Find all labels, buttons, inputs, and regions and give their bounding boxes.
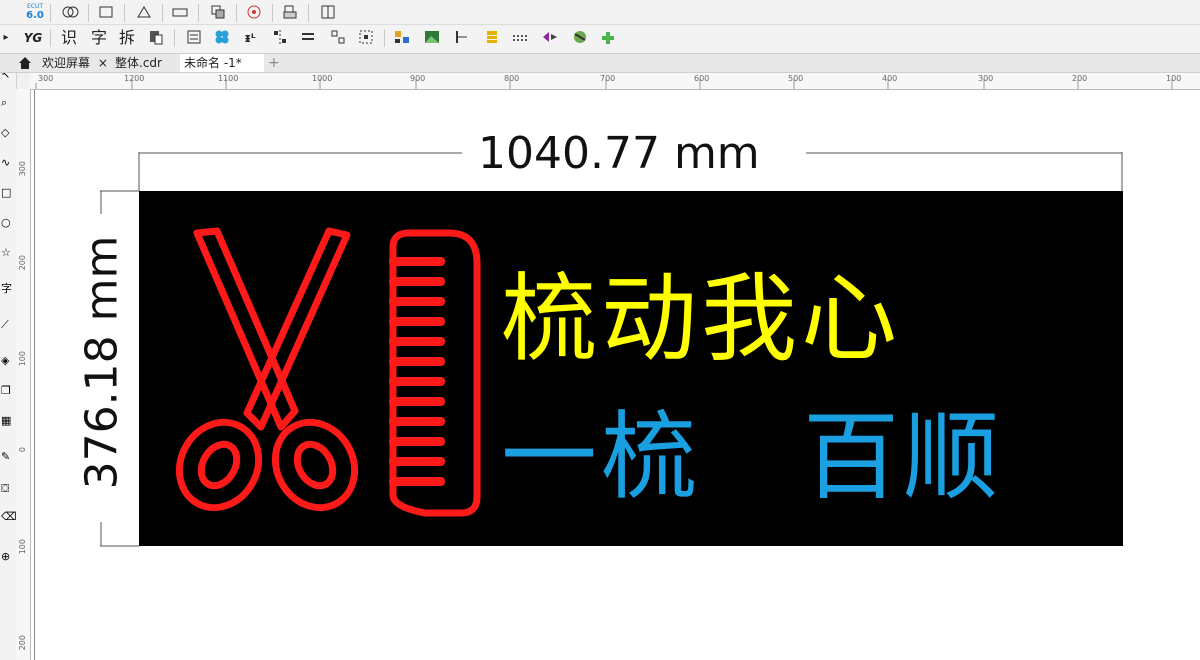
ruler-h-tick: 700 xyxy=(600,74,616,83)
ruler-h-tick: 100 xyxy=(1166,74,1182,83)
sign-line-1: 梳动我心 xyxy=(501,263,901,375)
tab-close-icon[interactable]: × xyxy=(98,56,108,70)
sign-artwork[interactable]: 梳动我心 一梳 百顺 xyxy=(139,191,1123,546)
ecut-version-badge[interactable]: ECUT 6.0 xyxy=(24,3,46,23)
dots-grid-icon[interactable] xyxy=(510,28,530,48)
eyedropper-tool-icon[interactable]: ✎ xyxy=(1,450,10,463)
grid-icon[interactable] xyxy=(328,28,348,48)
text-tool-icon[interactable]: 字 xyxy=(1,280,12,296)
plugin-icon[interactable] xyxy=(598,28,618,48)
color-blocks-icon[interactable] xyxy=(392,28,412,48)
ecut-prefix: ECUT xyxy=(26,3,44,10)
ruler-h-tick: 300 xyxy=(978,74,994,83)
print-icon[interactable] xyxy=(280,3,300,23)
image-icon[interactable] xyxy=(422,28,442,48)
ruler-v-tick: 200 xyxy=(18,635,27,651)
book-icon[interactable] xyxy=(318,3,338,23)
sign-line-2a: 一梳 xyxy=(501,401,701,513)
tab-add-button[interactable]: + xyxy=(264,54,284,72)
ruler-v-tick: 100 xyxy=(18,539,27,555)
page-border xyxy=(34,90,35,660)
add-tool-icon[interactable]: ⊕ xyxy=(1,550,10,563)
recognize-button[interactable]: 识 xyxy=(58,28,80,48)
copy-tool-icon[interactable]: ❐ xyxy=(1,384,11,397)
ruler-h-tick: 1100 xyxy=(218,74,239,83)
fill-tool-icon[interactable]: ◈ xyxy=(1,354,9,367)
yg-button[interactable]: YG xyxy=(22,28,44,48)
layers-icon[interactable] xyxy=(482,28,502,48)
document-tabs: 欢迎屏幕 × 整体.cdr 未命名 -1* + xyxy=(0,54,1200,73)
scissors-icon xyxy=(175,227,359,512)
intersect-icon[interactable] xyxy=(208,3,228,23)
line-tool-icon[interactable]: ⟋ xyxy=(1,318,9,332)
checker-tool-icon[interactable]: ▦ xyxy=(1,414,11,427)
node-icon[interactable]: ᵻᴸ xyxy=(240,28,260,48)
keyboard-icon[interactable] xyxy=(170,3,190,23)
tab-whole-cdr[interactable]: 整体.cdr xyxy=(111,54,166,72)
align-dots-icon[interactable] xyxy=(270,28,290,48)
tab-untitled[interactable]: 未命名 -1* xyxy=(180,54,264,72)
main-toolbar: ▸ YG 识 字 拆 ᵻᴸ xyxy=(0,25,1200,54)
tab-untitled-label: 未命名 -1* xyxy=(184,56,242,70)
trim-icon[interactable] xyxy=(134,3,154,23)
split-button[interactable]: 拆 xyxy=(116,28,138,48)
pattern-icon[interactable] xyxy=(212,28,232,48)
height-dimension-label[interactable]: 376.18 mm xyxy=(77,219,128,507)
ruler-h-tick: 1000 xyxy=(312,74,333,83)
curve-tool-icon[interactable]: ∿ xyxy=(1,156,10,169)
ruler-v-tick: 200 xyxy=(18,255,27,271)
ruler-v-tick: 100 xyxy=(18,351,27,367)
top-toolbar: ECUT 6.0 xyxy=(0,0,1200,25)
frame-icon[interactable] xyxy=(96,3,116,23)
bucket-tool-icon[interactable]: ⛋ xyxy=(1,482,9,496)
sphere-icon[interactable] xyxy=(570,28,590,48)
ruler-h-tick: 800 xyxy=(504,74,520,83)
paste-icon[interactable] xyxy=(146,28,166,48)
weld-icon[interactable] xyxy=(60,3,80,23)
shape-tool-icon[interactable]: ◇ xyxy=(1,126,9,139)
measure-icon[interactable] xyxy=(452,28,472,48)
target-icon[interactable] xyxy=(244,3,264,23)
char-button[interactable]: 字 xyxy=(88,28,110,48)
ruler-h-tick: 1200 xyxy=(124,74,145,83)
vertical-ruler[interactable]: 300 200 100 0 100 200 xyxy=(16,89,31,660)
left-toolbox: ↖ ⌕ ◇ ∿ □ ○ ☆ 字 ⟋ ◈ ❐ ▦ ✎ ⛋ ⌫ ⊕ xyxy=(0,54,17,660)
tab-welcome[interactable]: 欢迎屏幕 × xyxy=(38,54,112,72)
ruler-h-tick: 600 xyxy=(694,74,710,83)
ellipse-tool-icon[interactable]: ○ xyxy=(1,216,11,229)
horizontal-ruler[interactable]: 300 1200 1100 1000 900 800 700 600 500 4… xyxy=(30,73,1200,90)
sign-line-2b: 百顺 xyxy=(803,401,1003,513)
zoom-tool-icon[interactable]: ⌕ xyxy=(1,96,7,110)
home-icon[interactable] xyxy=(18,55,32,74)
width-dimension-label[interactable]: 1040.77 mm xyxy=(478,128,760,179)
tab-welcome-label: 欢迎屏幕 xyxy=(42,56,91,70)
tab-whole-cdr-label: 整体.cdr xyxy=(115,56,162,70)
dropdown-arrow-icon[interactable]: ▸ xyxy=(0,28,12,48)
rect-tool-icon[interactable]: □ xyxy=(1,186,11,199)
ruler-v-tick: 0 xyxy=(18,447,27,453)
comb-icon xyxy=(389,229,481,517)
ruler-h-tick: 300 xyxy=(38,74,54,83)
ruler-v-tick: 300 xyxy=(18,161,27,177)
list-icon[interactable] xyxy=(184,28,204,48)
select-box-icon[interactable] xyxy=(356,28,376,48)
ruler-h-tick: 400 xyxy=(882,74,898,83)
star-tool-icon[interactable]: ☆ xyxy=(1,246,11,259)
eraser-tool-icon[interactable]: ⌫ xyxy=(1,510,17,523)
ecut-version: 6.0 xyxy=(26,10,44,21)
lines-icon[interactable] xyxy=(298,28,318,48)
transform-icon[interactable] xyxy=(540,28,560,48)
ruler-h-tick: 200 xyxy=(1072,74,1088,83)
ruler-h-tick: 900 xyxy=(410,74,426,83)
ruler-h-tick: 500 xyxy=(788,74,804,83)
